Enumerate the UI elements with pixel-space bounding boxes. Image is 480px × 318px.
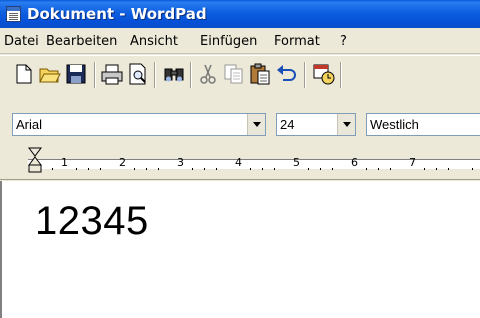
undo-button[interactable] [274, 62, 298, 86]
ruler-tick [390, 168, 391, 170]
document-text[interactable]: 12345 [35, 199, 149, 243]
ruler-tick [100, 168, 101, 170]
ruler-tick [424, 168, 425, 170]
indent-marker-icon[interactable] [28, 147, 42, 179]
menu-bearbeiten[interactable]: Bearbeiten [46, 35, 117, 49]
ruler-number: 7 [409, 156, 416, 169]
open-icon [39, 68, 61, 83]
save-icon [66, 64, 86, 84]
toolbar-separator [94, 62, 96, 88]
font-name-value: Arial [16, 117, 43, 132]
ruler-tick [366, 168, 367, 170]
ruler-tick [204, 168, 205, 170]
paste-button[interactable] [248, 62, 272, 86]
standard-toolbar [0, 55, 480, 97]
ruler-tick [332, 168, 333, 170]
ruler-tick [448, 168, 449, 170]
ruler-tick [436, 168, 437, 170]
find-button[interactable] [162, 62, 186, 86]
undo-icon [277, 65, 296, 81]
ruler-tick [262, 168, 263, 170]
cut-icon [200, 64, 216, 84]
format-bar: Arial 24 Westlich [0, 107, 480, 141]
print-preview-icon [129, 63, 146, 85]
ruler-number: 2 [119, 156, 126, 169]
toolbar-separator [154, 62, 156, 88]
print-icon [101, 64, 123, 85]
new-button[interactable] [12, 62, 36, 86]
chevron-down-icon[interactable] [337, 114, 355, 135]
ruler-tick [192, 168, 193, 170]
ruler-tick [308, 168, 309, 170]
date-time-icon [313, 64, 335, 85]
toolbar-separator [304, 62, 306, 88]
new-icon [16, 64, 32, 84]
toolbar-separator [190, 62, 192, 88]
menu-bar: Datei Bearbeiten Ansicht Einfügen Format… [0, 28, 480, 54]
open-button[interactable] [38, 62, 62, 86]
title-bar[interactable]: Dokument - WordPad [0, 0, 480, 28]
ruler-number: 1 [61, 156, 68, 169]
document-area[interactable]: 12345 [0, 181, 480, 318]
ruler-tick [378, 168, 379, 170]
font-size-dropdown[interactable]: 24 [276, 113, 356, 136]
ruler-tick [472, 168, 473, 170]
ruler-number: 3 [177, 156, 184, 169]
font-size-value: 24 [280, 117, 295, 132]
ruler-tick [250, 168, 251, 170]
script-dropdown[interactable]: Westlich [366, 113, 480, 136]
date-time-button[interactable] [312, 62, 336, 86]
ruler-tick [216, 168, 217, 170]
ruler-number: 4 [235, 156, 242, 169]
menu-ansicht[interactable]: Ansicht [130, 35, 178, 49]
menu-datei[interactable]: Datei [4, 35, 39, 49]
font-name-dropdown[interactable]: Arial [12, 113, 266, 136]
script-value: Westlich [370, 117, 419, 132]
window-title: Dokument - WordPad [27, 5, 207, 23]
copy-icon [224, 64, 243, 84]
ruler-tick [76, 168, 77, 170]
ruler-tick [134, 168, 135, 170]
ruler-tick [146, 168, 147, 170]
menu-help[interactable]: ? [340, 35, 347, 49]
menu-einfuegen[interactable]: Einfügen [200, 35, 257, 49]
ruler-tick [274, 168, 275, 170]
copy-button[interactable] [222, 62, 246, 86]
ruler-number: 6 [351, 156, 358, 169]
wordpad-app-icon[interactable] [6, 6, 21, 22]
ruler: 1 2 3 4 5 6 7 [0, 146, 480, 180]
cut-button[interactable] [196, 62, 220, 86]
find-icon [164, 68, 184, 82]
ruler-number: 5 [293, 156, 300, 169]
ruler-track: 1 2 3 4 5 6 7 [28, 156, 480, 170]
toolbar-separator [340, 62, 342, 88]
save-button[interactable] [64, 62, 88, 86]
ruler-tick [88, 168, 89, 170]
ruler-tick [320, 168, 321, 170]
chevron-down-icon[interactable] [247, 114, 265, 135]
paste-icon [250, 63, 270, 85]
print-preview-button[interactable] [126, 62, 150, 86]
print-button[interactable] [100, 62, 124, 86]
ruler-tick [52, 168, 53, 170]
ruler-tick [158, 168, 159, 170]
menu-format[interactable]: Format [274, 35, 320, 49]
